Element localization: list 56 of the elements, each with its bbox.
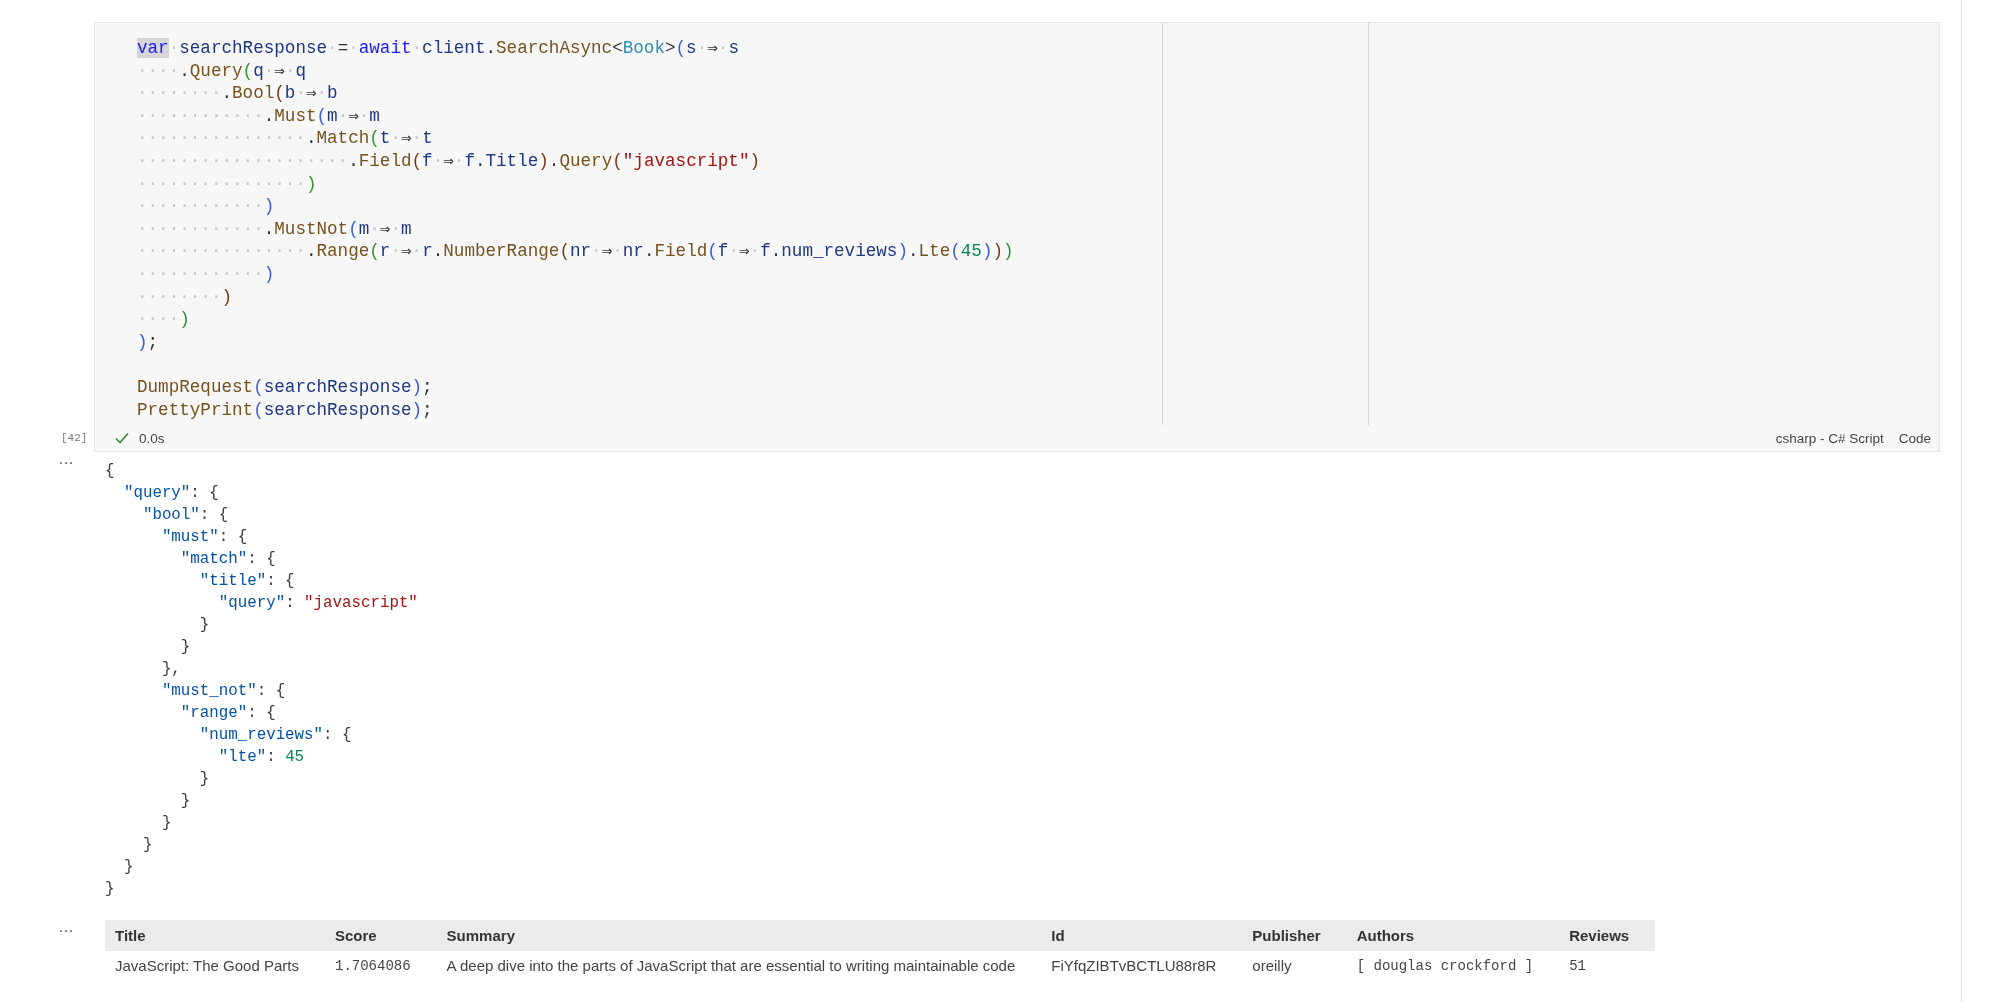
json-line: "query": {: [122, 483, 219, 504]
output-menu-button[interactable]: …: [58, 450, 74, 468]
code-line: ················.Match(t·⇒·t: [137, 127, 433, 150]
json-line: "query": "javascript": [217, 593, 418, 614]
json-line: }: [198, 769, 210, 790]
json-line: "bool": {: [141, 505, 229, 526]
json-line: "must": {: [160, 527, 248, 548]
json-line: }: [179, 791, 191, 812]
column-header: Publisher: [1242, 920, 1347, 951]
json-line: }: [179, 637, 191, 658]
code-line: ············.Must(m·⇒·m: [137, 104, 380, 128]
column-header: Summary: [436, 920, 1042, 951]
table-cell: 51: [1559, 951, 1656, 980]
table-cell: FiYfqZIBTvBCTLU88r8R: [1041, 951, 1243, 980]
json-line: "must_not": {: [160, 681, 286, 702]
table-cell: A deep dive into the parts of JavaScript that are essential to writing maintainable code: [436, 951, 1042, 980]
code-line: ····.Query(q·⇒·q: [137, 59, 306, 83]
code-line: ····): [137, 308, 190, 331]
json-line: }: [160, 813, 172, 834]
json-line: }: [198, 615, 210, 636]
column-header: Score: [325, 920, 437, 951]
execution-time: 0.0s: [139, 430, 165, 446]
code-line: ················.Range(r·⇒·r.NumberRange(nr·⇒·nr.Field(f·⇒·f.num_reviews).Lte(45))): [137, 240, 1014, 263]
code-line: ········): [137, 285, 233, 309]
code-line: DumpRequest(searchResponse);: [137, 375, 433, 399]
code-line: ············.MustNot(m·⇒·m: [137, 217, 412, 241]
json-line: "match": {: [179, 549, 276, 570]
code-line: ················): [137, 172, 317, 196]
execution-count: [42]: [61, 432, 88, 444]
table-cell: [ douglas crockford ]: [1346, 951, 1560, 980]
json-line: }: [122, 857, 134, 878]
json-line: "num_reviews": {: [198, 725, 352, 746]
cell-type-label[interactable]: Code: [1898, 430, 1931, 446]
column-header: Authors: [1346, 920, 1560, 951]
code-line: ············): [137, 262, 275, 286]
json-line: }: [105, 879, 115, 900]
code-line: ····················.Field(f·⇒·f.Title).Query("javascript"): [137, 149, 761, 173]
column-header: Reviews: [1559, 920, 1656, 951]
code-line: ············): [137, 195, 275, 218]
table-cell: 1.7064086: [325, 951, 437, 980]
json-line: "lte": 45: [217, 747, 305, 768]
json-line: "title": {: [198, 571, 295, 592]
language-selector[interactable]: csharp - C# Script: [1775, 430, 1884, 446]
table-cell: oreilly: [1242, 951, 1347, 980]
column-header: Id: [1041, 920, 1243, 951]
code-line: );: [137, 330, 159, 354]
json-line: },: [160, 659, 181, 680]
json-line: }: [141, 835, 153, 856]
json-line: "range": {: [179, 703, 276, 724]
output-menu-button[interactable]: …: [58, 918, 74, 936]
column-header: Title: [105, 920, 325, 951]
code-line: ········.Bool(b·⇒·b: [137, 82, 338, 105]
table-cell: JavaScript: The Good Parts: [105, 951, 325, 980]
code-line: var·searchResponse·=·await·client.SearchAsync<Book>(s·⇒·s: [137, 37, 739, 60]
code-line: PrettyPrint(searchResponse);: [137, 398, 433, 422]
json-line: {: [105, 461, 115, 482]
